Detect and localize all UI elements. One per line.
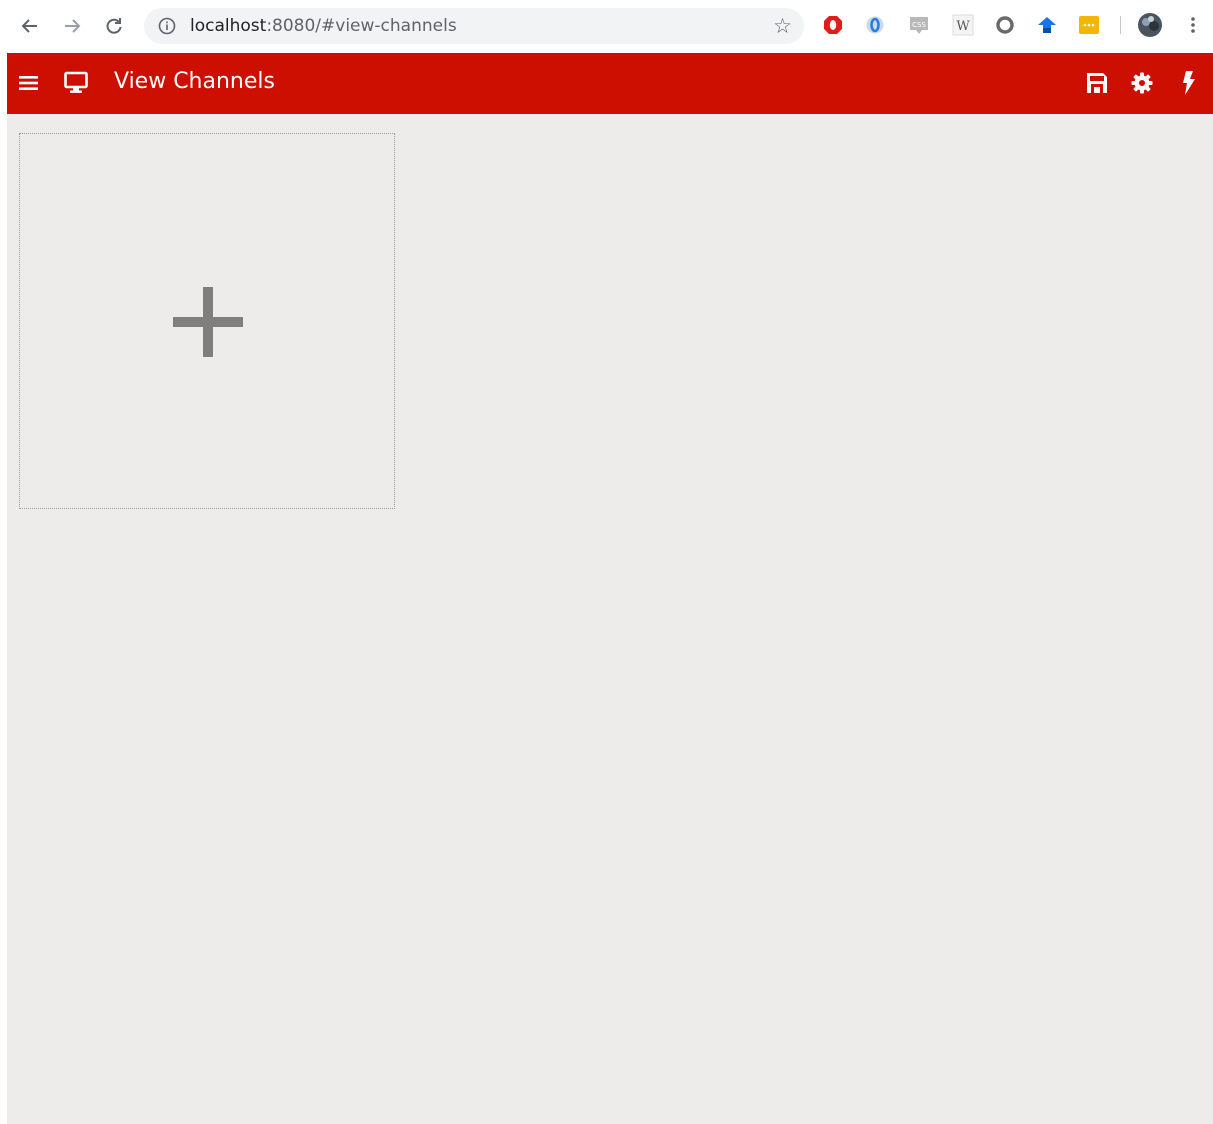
- monitor-icon: [64, 71, 88, 93]
- url-path: :8080/#view-channels: [266, 16, 457, 36]
- save-icon: [1087, 73, 1107, 93]
- plus-icon: [173, 287, 243, 357]
- more-extension-icon[interactable]: [1078, 14, 1100, 36]
- ring-extension-icon[interactable]: [994, 14, 1016, 36]
- add-channel-tile[interactable]: [19, 133, 395, 509]
- app-header: View Channels: [7, 53, 1213, 114]
- settings-button[interactable]: [1129, 70, 1155, 96]
- arrow-left-icon: [21, 19, 37, 33]
- opera-extension-icon[interactable]: [864, 14, 886, 36]
- reload-button[interactable]: [100, 12, 128, 40]
- menu-icon[interactable]: [18, 72, 40, 94]
- lightning-icon: [1183, 71, 1195, 95]
- svg-text:W: W: [956, 19, 970, 34]
- css-extension-icon[interactable]: CSS: [908, 14, 930, 36]
- url-text[interactable]: localhost:8080/#view-channels: [190, 16, 457, 36]
- svg-text:CSS: CSS: [912, 21, 926, 29]
- adblock-extension-icon[interactable]: [822, 14, 844, 36]
- url-host: localhost: [190, 16, 267, 36]
- wikipedia-extension-icon[interactable]: W: [952, 14, 974, 36]
- reload-icon: [106, 18, 122, 34]
- profile-avatar[interactable]: [1137, 12, 1163, 38]
- browser-toolbar: localhost:8080/#view-channels ☆ CSS W: [0, 0, 1213, 52]
- info-icon[interactable]: [158, 17, 176, 35]
- toolbar-divider: [1120, 16, 1121, 34]
- star-icon[interactable]: ☆: [773, 14, 792, 38]
- address-bar[interactable]: localhost:8080/#view-channels ☆: [144, 8, 804, 44]
- browser-menu-icon[interactable]: [1182, 14, 1204, 36]
- back-button[interactable]: [16, 12, 44, 40]
- save-button[interactable]: [1084, 70, 1110, 96]
- flash-button[interactable]: [1175, 70, 1201, 96]
- gear-icon: [1131, 72, 1153, 94]
- arrow-right-icon: [65, 19, 81, 33]
- channels-area: [7, 114, 1213, 1124]
- page-title: View Channels: [114, 69, 275, 94]
- forward-button[interactable]: [58, 12, 86, 40]
- arrow-up-extension-icon[interactable]: [1036, 14, 1058, 36]
